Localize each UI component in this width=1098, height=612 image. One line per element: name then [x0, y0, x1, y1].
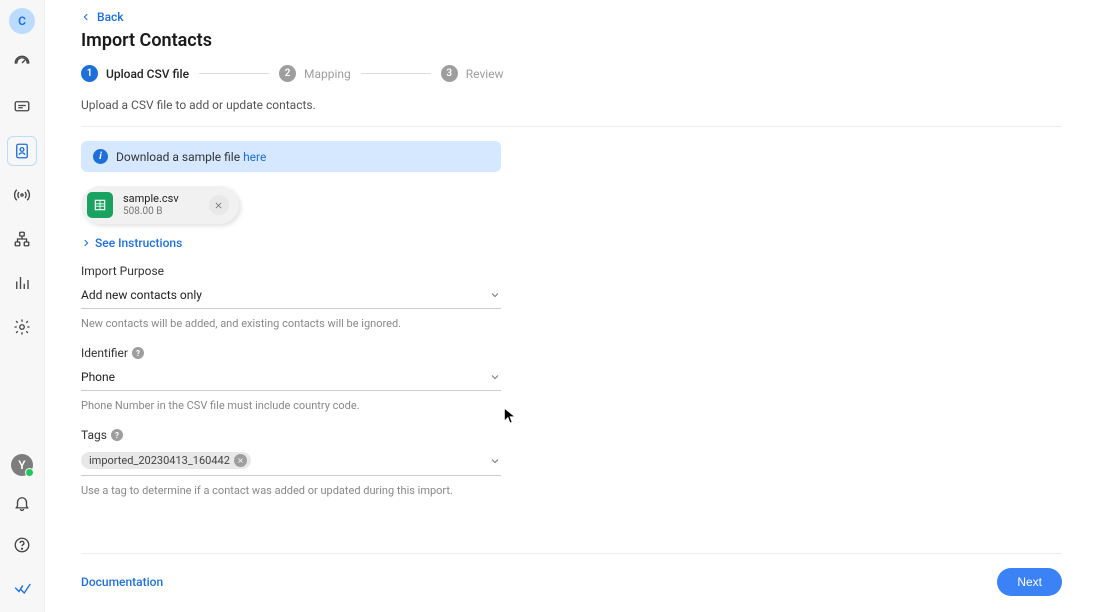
banner-text: Download a sample file — [116, 150, 243, 164]
select-value: Add new contacts only — [81, 288, 202, 302]
contacts-icon[interactable] — [7, 136, 37, 166]
tag-label: imported_20230413_160442 — [89, 454, 230, 467]
step-upload[interactable]: 1 Upload CSV file — [81, 65, 189, 82]
main-content: Back Import Contacts 1 Upload CSV file 2… — [45, 0, 1098, 612]
step-number: 1 — [81, 65, 98, 82]
import-purpose-select[interactable]: Add new contacts only — [81, 284, 501, 309]
chevron-down-icon — [489, 371, 501, 383]
step-number: 3 — [441, 65, 458, 82]
spreadsheet-icon — [87, 192, 113, 218]
field-help: Use a tag to determine if a contact was … — [81, 484, 501, 497]
divider — [81, 126, 1062, 127]
broadcast-icon[interactable] — [7, 180, 37, 210]
settings-icon[interactable] — [7, 312, 37, 342]
chevron-left-icon — [81, 12, 91, 22]
step-divider — [199, 73, 269, 74]
sidebar: C Y — [0, 0, 45, 612]
back-button[interactable]: Back — [81, 10, 1062, 24]
download-sample-link[interactable]: here — [243, 150, 266, 164]
info-icon: i — [93, 149, 108, 164]
next-button[interactable]: Next — [997, 568, 1062, 596]
help-icon[interactable] — [7, 530, 37, 560]
stepper: 1 Upload CSV file 2 Mapping 3 Review — [81, 65, 1062, 82]
uploaded-file-chip: sample.csv 508.00 B — [81, 186, 239, 224]
select-value: Phone — [81, 370, 115, 384]
identifier-field: Identifier ? Phone Phone Number in the C… — [81, 346, 501, 412]
step-number: 2 — [279, 65, 296, 82]
reports-icon[interactable] — [7, 268, 37, 298]
help-icon[interactable]: ? — [111, 429, 123, 441]
remove-tag-button[interactable] — [234, 454, 247, 467]
file-name: sample.csv — [123, 193, 179, 205]
import-purpose-field: Import Purpose Add new contacts only New… — [81, 264, 501, 330]
chevron-right-icon — [81, 238, 91, 248]
dashboard-icon[interactable] — [7, 48, 37, 78]
step-review[interactable]: 3 Review — [441, 65, 504, 82]
step-label: Review — [466, 67, 504, 81]
brand-icon[interactable] — [7, 572, 37, 602]
chat-icon[interactable] — [7, 92, 37, 122]
tag-chip: imported_20230413_160442 — [81, 452, 251, 469]
identifier-select[interactable]: Phone — [81, 366, 501, 391]
close-icon — [237, 457, 244, 464]
page-title: Import Contacts — [81, 30, 1062, 51]
field-help: Phone Number in the CSV file must includ… — [81, 399, 501, 412]
tags-field: Tags ? imported_20230413_160442 Use a ta… — [81, 428, 501, 497]
notifications-icon[interactable] — [7, 488, 37, 518]
user-avatar[interactable]: Y — [11, 454, 33, 476]
help-icon[interactable]: ? — [132, 347, 144, 359]
close-icon — [214, 201, 223, 210]
workflow-icon[interactable] — [7, 224, 37, 254]
remove-file-button[interactable] — [209, 195, 229, 215]
field-help: New contacts will be added, and existing… — [81, 317, 501, 330]
back-label: Back — [97, 10, 124, 24]
step-label: Upload CSV file — [106, 67, 189, 81]
download-sample-banner: i Download a sample file here — [81, 141, 501, 172]
page-description: Upload a CSV file to add or update conta… — [81, 98, 1062, 112]
field-label: Tags — [81, 428, 107, 442]
footer: Documentation Next — [81, 553, 1062, 612]
see-instructions-toggle[interactable]: See Instructions — [81, 236, 1062, 250]
step-divider — [361, 73, 431, 74]
tags-select[interactable]: imported_20230413_160442 — [81, 448, 501, 476]
file-size: 508.00 B — [123, 206, 179, 217]
field-label: Identifier — [81, 346, 128, 360]
step-label: Mapping — [304, 67, 351, 81]
chevron-down-icon — [489, 289, 501, 301]
step-mapping[interactable]: 2 Mapping — [279, 65, 351, 82]
workspace-avatar[interactable]: C — [9, 8, 35, 34]
documentation-link[interactable]: Documentation — [81, 575, 163, 589]
instructions-label: See Instructions — [95, 236, 182, 250]
field-label: Import Purpose — [81, 264, 501, 278]
chevron-down-icon — [489, 455, 501, 467]
